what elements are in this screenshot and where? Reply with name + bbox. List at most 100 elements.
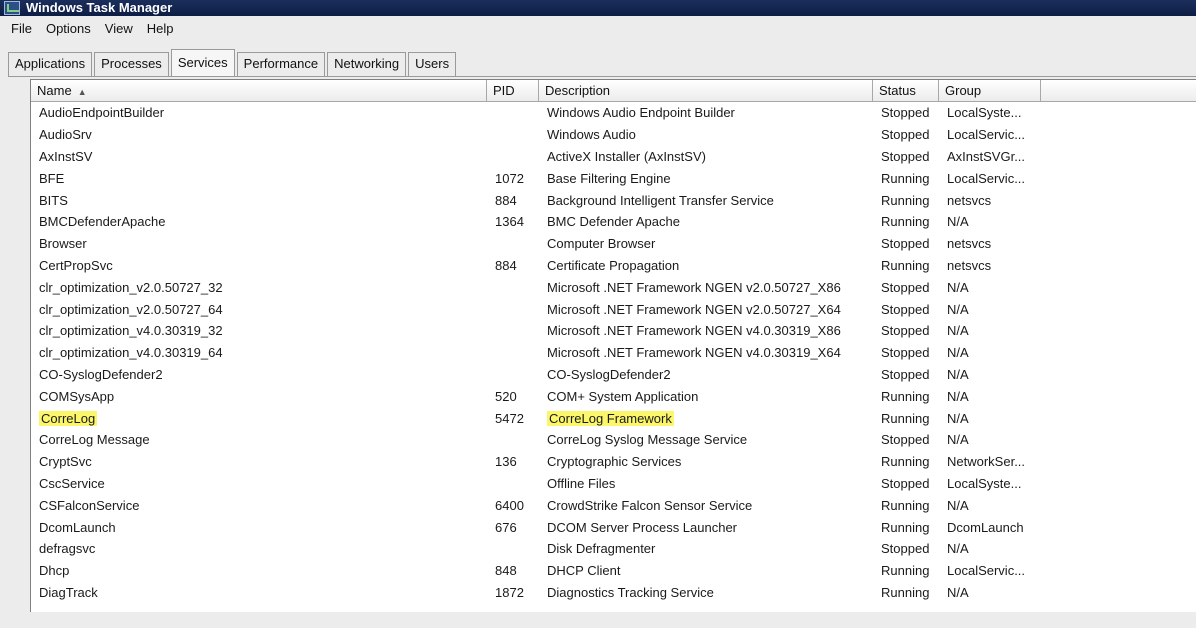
column-header-description[interactable]: Description [539,80,873,102]
service-name-text: clr_optimization_v2.0.50727_32 [39,279,223,295]
service-pid: 5472 [487,411,539,426]
table-row[interactable]: CSFalconService 6400 CrowdStrike Falcon Se… [31,494,1196,516]
service-status-text: Stopped [881,279,930,295]
tab-users[interactable]: Users [408,52,457,76]
service-status-text: Running [881,563,930,579]
service-name-text: clr_optimization_v4.0.30319_64 [39,345,223,361]
tab-strip: Applications Processes Services Performa… [8,48,458,77]
service-description-text: Certificate Propagation [547,257,680,273]
service-status: Running [873,585,939,600]
table-row[interactable]: clr_optimization_v4.0.30319_32 Microsoft … [31,320,1196,342]
tab-performance[interactable]: Performance [236,52,326,76]
column-header-status[interactable]: Status [873,80,939,102]
service-group-text: LocalServic... [947,127,1026,143]
table-row[interactable]: AudioSrv Windows Audio Stopped LocalServic.… [31,124,1196,146]
menu-help[interactable]: Help [140,16,181,42]
service-description: CorreLog Framework [539,410,873,426]
service-description: DCOM Server Process Launcher [539,520,873,535]
column-header-name[interactable]: Name ▲ [31,80,487,102]
service-status-text: Stopped [881,148,930,164]
tab-networking[interactable]: Networking [327,52,407,76]
menu-view[interactable]: View [98,16,140,42]
tab-services[interactable]: Services [170,49,235,77]
service-group: LocalSyste... [939,105,1039,120]
table-row[interactable]: CscService Offline Files Stopped LocalSyste… [31,473,1196,495]
service-group: N/A [939,323,1039,338]
service-name-text: AudioEndpointBuilder [39,105,165,121]
service-name-text: CO-SyslogDefender2 [39,366,163,382]
service-name: CO-SyslogDefender2 [31,367,487,382]
table-row[interactable]: DiagTrack 1872 Diagnostics Tracking Servic… [31,582,1196,604]
service-name-text: BMCDefenderApache [39,214,166,230]
table-row[interactable]: AudioEndpointBuilder Windows Audio Endpoi… [31,102,1196,124]
service-description: Microsoft .NET Framework NGEN v4.0.30319… [539,323,873,338]
service-group: N/A [939,280,1039,295]
service-description: Windows Audio [539,127,873,142]
menu-file[interactable]: File [4,16,39,42]
service-description: COM+ System Application [539,389,873,404]
service-status-text: Running [881,257,930,273]
table-row[interactable]: CryptSvc 136 Cryptographic Services Running… [31,451,1196,473]
table-row[interactable]: Browser Computer Browser Stopped netsvcs [31,233,1196,255]
service-description-text: Computer Browser [547,236,656,252]
service-description-text: Offline Files [547,475,616,491]
service-group-text: N/A [947,584,969,600]
service-description-text: DCOM Server Process Launcher [547,519,738,535]
service-status: Stopped [873,236,939,251]
table-row[interactable]: AxInstSV ActiveX Installer (AxInstSV) Stop… [31,146,1196,168]
table-row[interactable]: BFE 1072 Base Filtering Engine Running Local… [31,167,1196,189]
sort-ascending-icon: ▲ [77,87,87,97]
table-row[interactable]: CorreLog Message CorreLog Syslog Message … [31,429,1196,451]
tab-applications[interactable]: Applications [8,52,93,76]
service-description-text: CrowdStrike Falcon Sensor Service [547,497,753,513]
table-row[interactable]: clr_optimization_v2.0.50727_32 Microsoft … [31,276,1196,298]
service-status: Stopped [873,367,939,382]
service-group-text: LocalSyste... [947,105,1022,121]
service-pid-text: 848 [495,563,517,579]
column-header-filler [1041,80,1196,102]
service-pid: 6400 [487,498,539,513]
service-status-text: Stopped [881,301,930,317]
table-row[interactable]: CertPropSvc 884 Certificate Propagation Run… [31,255,1196,277]
service-name: CorreLog [31,410,487,426]
service-group-text: N/A [947,279,969,295]
tab-processes[interactable]: Processes [94,52,169,76]
service-group-text: N/A [947,497,969,513]
column-header-group[interactable]: Group [939,80,1041,102]
service-description: ActiveX Installer (AxInstSV) [539,149,873,164]
service-name-text: Dhcp [39,563,70,579]
table-row[interactable]: BMCDefenderApache 1364 BMC Defender Apache… [31,211,1196,233]
service-group: NetworkSer... [939,454,1039,469]
column-header-pid[interactable]: PID [487,80,539,102]
table-row[interactable]: COMSysApp 520 COM+ System Application Runni… [31,385,1196,407]
table-row[interactable]: DcomLaunch 676 DCOM Server Process Launche… [31,516,1196,538]
table-row[interactable]: BITS 884 Background Intelligent Transfer S… [31,189,1196,211]
service-pid: 676 [487,520,539,535]
service-status: Running [873,498,939,513]
table-row[interactable]: CO-SyslogDefender2 CO-SyslogDefender2 Stop… [31,364,1196,386]
service-status-text: Running [881,454,930,470]
table-row[interactable]: Dhcp 848 DHCP Client Running LocalServic... [31,560,1196,582]
service-name-text: clr_optimization_v2.0.50727_64 [39,301,223,317]
service-status-text: Stopped [881,541,930,557]
tab-divider [8,76,1196,77]
table-row[interactable]: clr_optimization_v4.0.30319_64 Microsoft … [31,342,1196,364]
service-status: Stopped [873,541,939,556]
service-name-text: CorreLog [39,410,98,426]
service-group: netsvcs [939,236,1039,251]
service-name: Dhcp [31,563,487,578]
service-status: Running [873,454,939,469]
table-row[interactable]: clr_optimization_v2.0.50727_64 Microsoft … [31,298,1196,320]
table-row[interactable]: CorreLog 5472 CorreLog Framework Running N/A [31,407,1196,429]
service-status: Running [873,193,939,208]
service-group-text: N/A [947,388,969,404]
table-row[interactable]: defragsvc Disk Defragmenter Stopped N/A [31,538,1196,560]
service-name: BMCDefenderApache [31,214,487,229]
service-name: Browser [31,236,487,251]
services-list[interactable]: Name ▲ PID Description Status Group Audio… [30,79,1196,612]
service-group: LocalSyste... [939,476,1039,491]
menu-options[interactable]: Options [39,16,98,42]
service-description: Computer Browser [539,236,873,251]
service-status-text: Running [881,584,930,600]
service-name: DiagTrack [31,585,487,600]
